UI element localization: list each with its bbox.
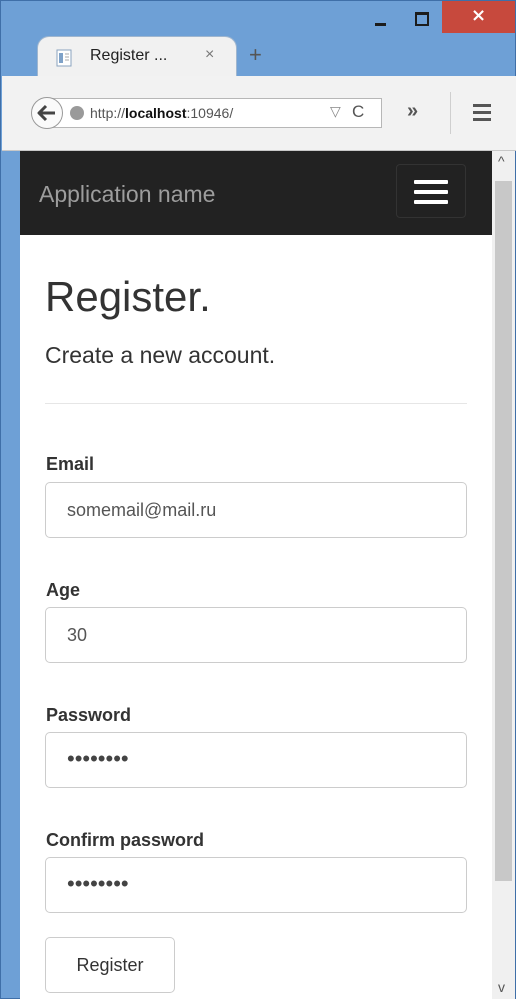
browser-toolbar: http://localhost:10946/ ▽ C » bbox=[2, 76, 516, 151]
minimize-button[interactable] bbox=[361, 1, 401, 33]
password-value: •••••••• bbox=[67, 746, 129, 771]
email-value: somemail@mail.ru bbox=[67, 500, 217, 520]
browser-tab[interactable]: Register ... × bbox=[37, 36, 237, 77]
page-viewport: Application name Register. Create a new … bbox=[20, 151, 492, 999]
page-subtitle: Create a new account. bbox=[45, 342, 276, 368]
password-field[interactable]: •••••••• bbox=[45, 732, 467, 788]
scroll-down-icon[interactable]: v bbox=[498, 979, 505, 995]
browser-window: × Register ... × + http://localhost:1094… bbox=[0, 0, 516, 999]
reload-icon[interactable]: C bbox=[352, 102, 364, 122]
scroll-up-icon[interactable]: ^ bbox=[498, 153, 505, 169]
confirm-password-value: •••••••• bbox=[67, 871, 129, 896]
overflow-chevron-icon[interactable]: » bbox=[407, 100, 418, 123]
close-window-button[interactable]: × bbox=[442, 1, 515, 33]
url-text: http://localhost:10946/ bbox=[90, 105, 234, 121]
confirm-password-field[interactable]: •••••••• bbox=[45, 857, 467, 913]
navbar-toggle-button[interactable] bbox=[396, 164, 466, 218]
email-label: Email bbox=[46, 454, 95, 474]
divider bbox=[45, 403, 467, 404]
back-arrow-icon bbox=[37, 104, 55, 122]
age-field[interactable]: 30 bbox=[45, 607, 467, 663]
page-title: Register. bbox=[45, 273, 211, 320]
close-icon: × bbox=[470, 5, 487, 26]
register-button[interactable]: Register bbox=[45, 937, 175, 993]
toolbar-divider bbox=[450, 92, 451, 134]
age-label: Age bbox=[46, 580, 81, 600]
dropdown-icon[interactable]: ▽ bbox=[330, 103, 341, 120]
globe-icon bbox=[70, 106, 84, 120]
vertical-scrollbar[interactable]: ^ v bbox=[492, 151, 515, 999]
minimize-icon bbox=[375, 23, 386, 26]
navbar: Application name bbox=[20, 151, 492, 235]
tab-close-icon[interactable]: × bbox=[205, 46, 214, 64]
new-tab-button[interactable]: + bbox=[249, 44, 262, 66]
page-icon bbox=[56, 49, 72, 67]
confirm-password-label: Confirm password bbox=[46, 830, 205, 850]
maximize-button[interactable] bbox=[401, 1, 441, 33]
tab-title: Register ... bbox=[90, 47, 168, 64]
scroll-thumb[interactable] bbox=[495, 181, 512, 881]
email-field[interactable]: somemail@mail.ru bbox=[45, 482, 467, 538]
brand-link[interactable]: Application name bbox=[39, 181, 215, 208]
hamburger-icon bbox=[414, 180, 448, 184]
back-button[interactable] bbox=[31, 97, 63, 129]
password-label: Password bbox=[46, 705, 132, 725]
maximize-icon bbox=[415, 12, 429, 26]
address-bar[interactable]: http://localhost:10946/ ▽ C bbox=[48, 98, 382, 128]
menu-icon[interactable] bbox=[473, 104, 491, 125]
age-value: 30 bbox=[67, 625, 88, 645]
